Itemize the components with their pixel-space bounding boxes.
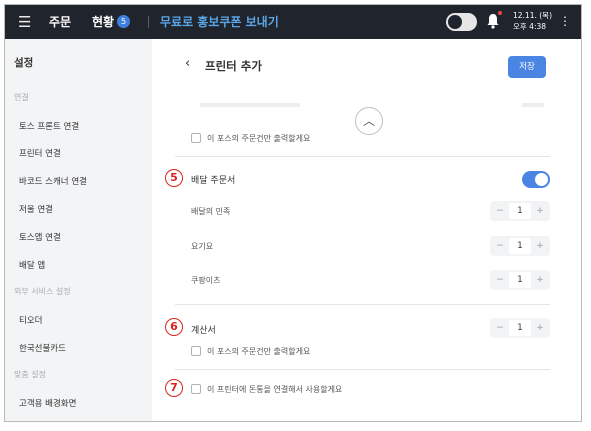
- sidebar-item-toss-app[interactable]: 토스앱 연결: [19, 231, 61, 243]
- step-marker-5: 5: [165, 169, 183, 187]
- divider: [175, 304, 550, 305]
- sidebar-item-toss-front[interactable]: 토스 프론트 연결: [19, 120, 79, 132]
- minus-button[interactable]: −: [493, 236, 507, 256]
- minus-button[interactable]: −: [493, 270, 507, 290]
- mode-toggle[interactable]: [446, 13, 477, 31]
- sidebar-item-barcode[interactable]: 바코드 스캐너 연결: [19, 175, 87, 187]
- pos-orders-only-label: 이 포스의 주문건만 출력할게요: [207, 134, 311, 143]
- coupang-copies-stepper: − 1 +: [490, 270, 550, 290]
- free-coupon-link[interactable]: 무료로 홍보쿠폰 보내기: [160, 14, 279, 30]
- plus-button[interactable]: +: [533, 270, 547, 290]
- kebab-icon[interactable]: ⋮: [559, 13, 571, 29]
- copies-value[interactable]: 1: [509, 320, 531, 336]
- sidebar-item-printer[interactable]: 프린터 연결: [19, 147, 61, 159]
- step-marker-7: 7: [165, 379, 183, 397]
- toggle-knob: [448, 15, 462, 29]
- delivery-order-title: 배달 주문서: [191, 176, 236, 186]
- copies-value[interactable]: 1: [509, 203, 531, 219]
- faded-row-text: [200, 103, 300, 107]
- current-time: 오후 4:38: [513, 22, 547, 31]
- minus-button[interactable]: −: [493, 318, 507, 338]
- page-title: 프린터 추가: [205, 59, 262, 73]
- plus-button[interactable]: +: [533, 201, 547, 221]
- hamburger-icon[interactable]: ☰: [18, 12, 31, 32]
- delivery-order-toggle[interactable]: [522, 171, 550, 188]
- bell-icon[interactable]: [486, 12, 500, 30]
- sidebar-item-customer-wallpaper[interactable]: 고객용 배경화면: [19, 397, 76, 409]
- faded-row-toggle: [522, 103, 544, 107]
- delivery-baemin-label: 배달의 민족: [191, 207, 231, 216]
- sidebar-group-external: 외부 서비스 설정: [14, 287, 71, 296]
- save-button[interactable]: 저장: [508, 56, 546, 78]
- baemin-copies-stepper: − 1 +: [490, 201, 550, 221]
- sidebar-group-custom: 맞춤 설정: [14, 370, 46, 379]
- receipt-title: 계산서: [191, 326, 216, 336]
- notification-dot: [498, 11, 502, 15]
- plus-button[interactable]: +: [533, 318, 547, 338]
- cash-drawer-label: 이 프린터에 돈통을 연결해서 사용할게요: [207, 385, 343, 394]
- cash-drawer-checkbox[interactable]: [191, 384, 201, 394]
- divider: [175, 156, 550, 157]
- delivery-yogiyo-label: 요기요: [191, 242, 214, 251]
- sidebar-item-torder[interactable]: 티오더: [19, 314, 42, 326]
- copies-value[interactable]: 1: [509, 272, 531, 288]
- printer-add-panel: ‹ 프린터 추가 저장 ︿ 이 포스의 주문건만 출력할게요 5 배달 주문서 …: [152, 39, 581, 421]
- nav-status[interactable]: 현황: [92, 14, 114, 30]
- yogiyo-copies-stepper: − 1 +: [490, 236, 550, 256]
- receipt-pos-only-label: 이 포스의 주문건만 출력할게요: [207, 347, 311, 356]
- minus-button[interactable]: −: [493, 201, 507, 221]
- delivery-coupang-label: 쿠팡이츠: [191, 276, 221, 285]
- current-date: 12.11. (목): [513, 11, 552, 20]
- app-window: ☰ 주문 현황 5 무료로 홍보쿠폰 보내기 12.11. (목) 오후 4:3…: [4, 4, 582, 422]
- sidebar-item-delivery-app[interactable]: 배달 앱: [19, 259, 45, 271]
- divider: [175, 369, 550, 370]
- toggle-knob: [535, 173, 548, 186]
- chevron-left-icon[interactable]: ‹: [185, 56, 190, 72]
- nav-orders[interactable]: 주문: [49, 14, 71, 30]
- settings-sidebar: 설정 연결 토스 프론트 연결 프린터 연결 바코드 스캐너 연결 저울 연결 …: [5, 39, 152, 421]
- plus-button[interactable]: +: [533, 236, 547, 256]
- copies-value[interactable]: 1: [509, 238, 531, 254]
- step-marker-6: 6: [165, 318, 183, 336]
- pos-orders-only-checkbox[interactable]: [191, 133, 201, 143]
- sidebar-group-connect: 연결: [14, 93, 29, 102]
- receipt-pos-only-checkbox[interactable]: [191, 346, 201, 356]
- status-count-badge: 5: [117, 15, 130, 28]
- sidebar-title: 설정: [14, 57, 34, 69]
- top-bar: ☰ 주문 현황 5 무료로 홍보쿠폰 보내기 12.11. (목) 오후 4:3…: [5, 5, 581, 39]
- receipt-copies-stepper: − 1 +: [490, 318, 550, 338]
- chevron-up-icon[interactable]: ︿: [355, 107, 383, 135]
- divider: [148, 16, 149, 28]
- sidebar-item-prepaid-card[interactable]: 한국선불카드: [19, 342, 66, 354]
- sidebar-item-scale[interactable]: 저울 연결: [19, 203, 53, 215]
